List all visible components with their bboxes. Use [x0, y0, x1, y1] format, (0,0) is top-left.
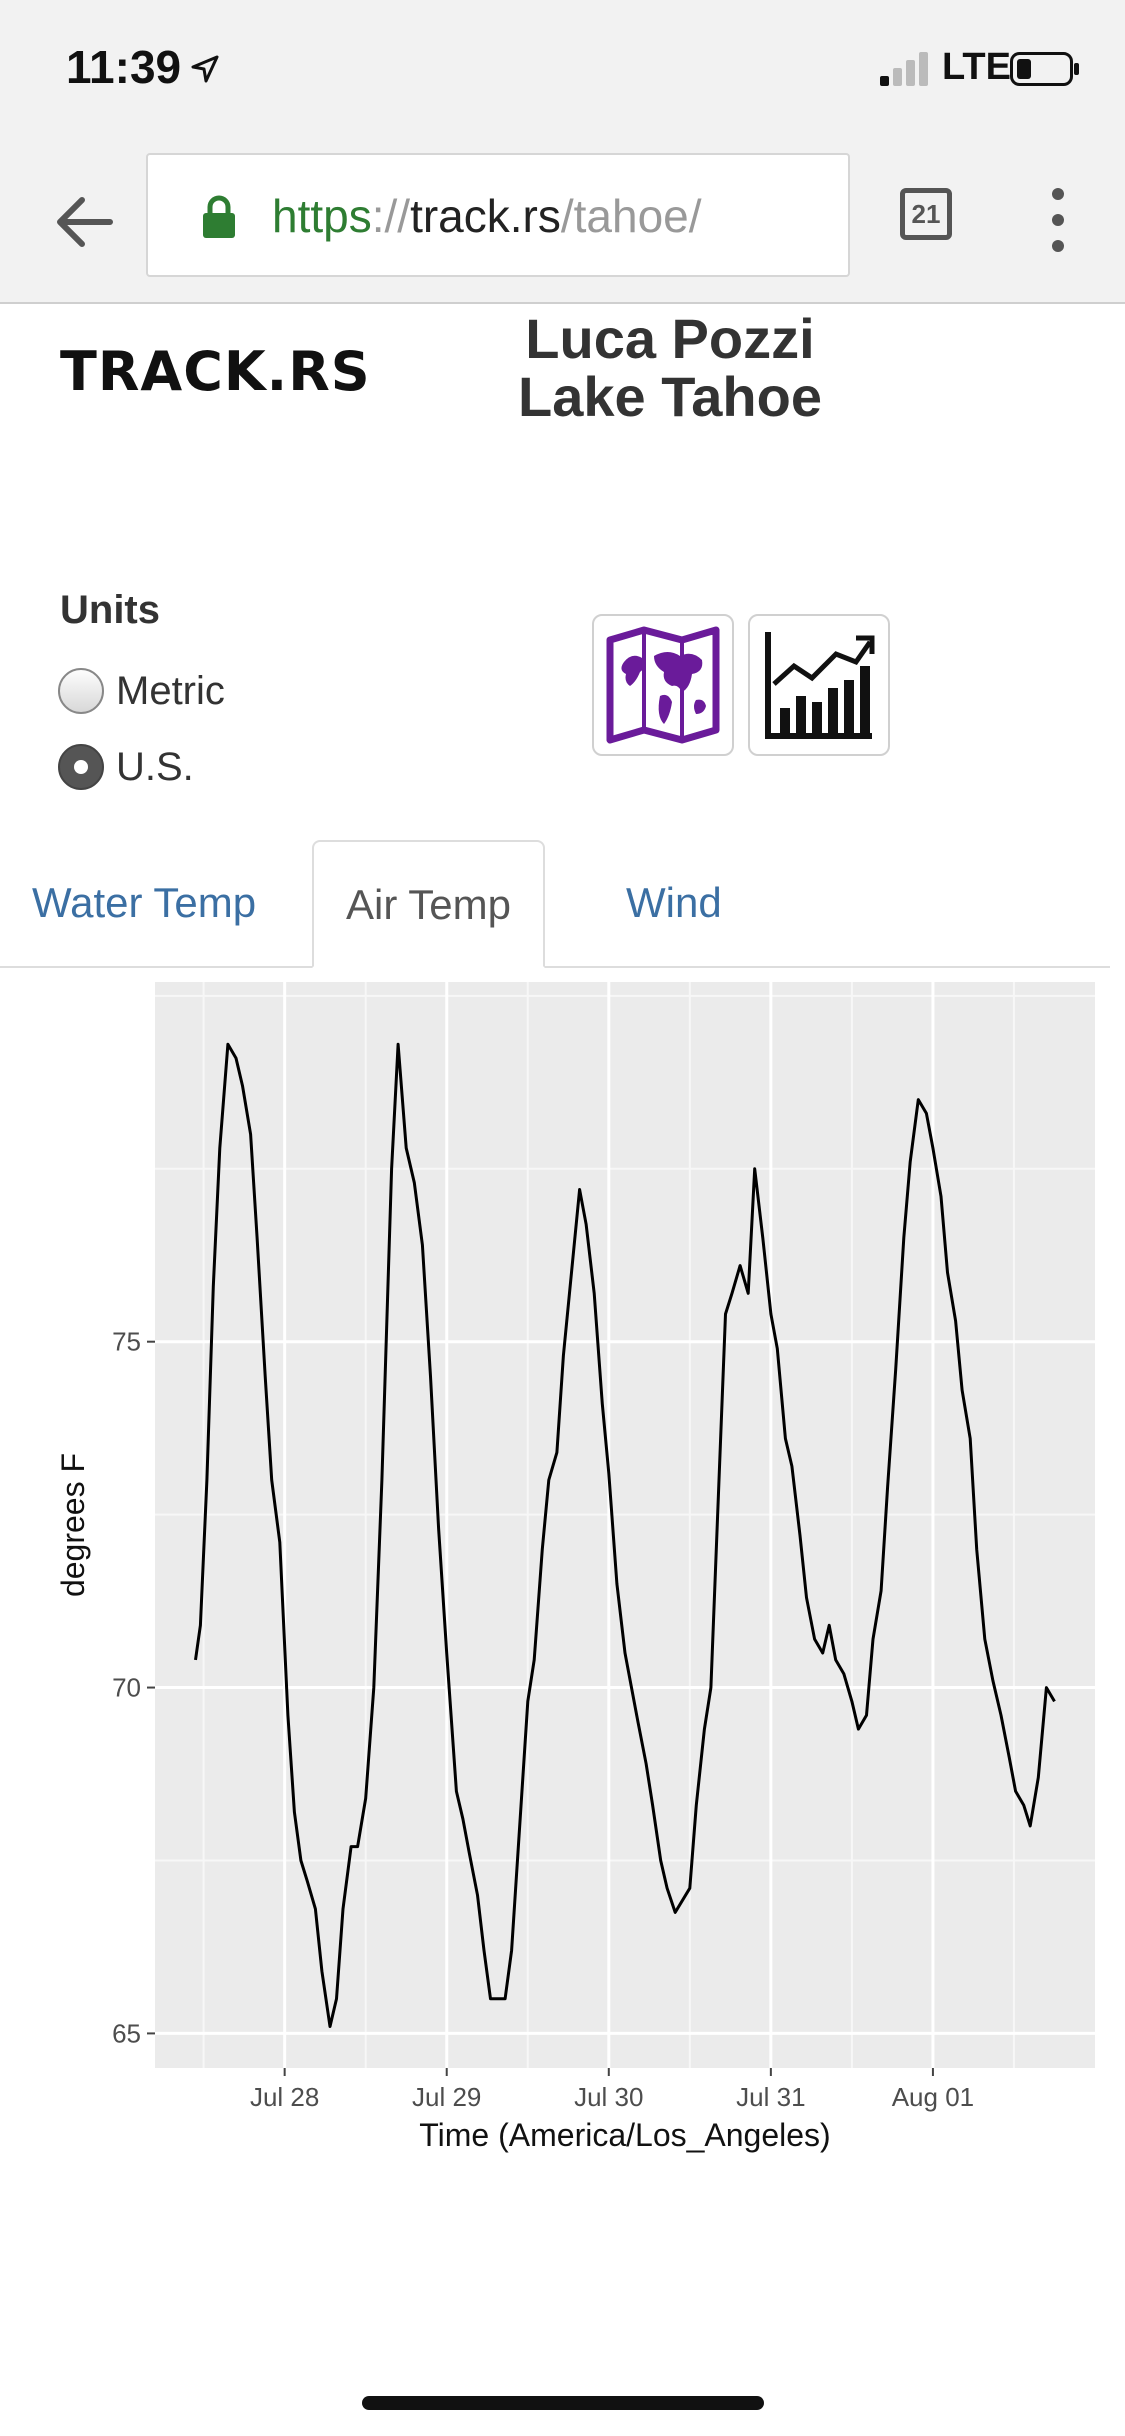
chart-view-button[interactable]	[748, 614, 890, 756]
x-tick-label: Jul 30	[574, 2082, 643, 2112]
x-tick-label: Aug 01	[892, 2082, 974, 2112]
tab-air-temp[interactable]: Air Temp	[312, 840, 545, 968]
radio-metric-label: Metric	[116, 668, 225, 713]
map-view-button[interactable]	[592, 614, 734, 756]
units-option-metric[interactable]: Metric	[58, 668, 225, 714]
page-title: Luca Pozzi Lake Tahoe	[470, 310, 870, 426]
browser-toolbar: https://track.rs/tahoe/ 21	[0, 140, 1125, 304]
map-icon	[606, 626, 720, 744]
overflow-menu-icon[interactable]	[1040, 184, 1076, 256]
radio-us-label: U.S.	[116, 744, 194, 789]
y-tick-label: 65	[112, 2018, 141, 2048]
home-indicator	[362, 2396, 764, 2410]
y-axis-title: degrees F	[55, 1453, 91, 1597]
location-arrow-icon	[191, 55, 219, 83]
network-type: LTE	[942, 46, 1011, 88]
x-tick-label: Jul 31	[736, 2082, 805, 2112]
back-arrow-icon[interactable]	[50, 188, 118, 256]
tab-bar: Water Temp Air Temp Wind	[0, 840, 1110, 968]
battery-icon	[1010, 52, 1079, 86]
units-option-us[interactable]: U.S.	[58, 744, 194, 790]
lock-icon	[203, 195, 235, 238]
address-bar[interactable]: https://track.rs/tahoe/	[146, 153, 850, 277]
y-tick-label: 70	[112, 1673, 141, 1703]
x-tick-label: Jul 28	[250, 2082, 319, 2112]
url-text: https://track.rs/tahoe/	[272, 190, 702, 242]
radio-us[interactable]	[58, 744, 104, 790]
x-axis-title: Time (America/Los_Angeles)	[419, 2117, 830, 2153]
title-athlete: Luca Pozzi	[525, 307, 815, 370]
y-tick-label: 75	[112, 1327, 141, 1357]
units-label: Units	[60, 588, 160, 632]
signal-strength-icon	[880, 52, 928, 86]
tab-water-temp[interactable]: Water Temp	[0, 840, 288, 966]
x-tick-label: Jul 29	[412, 2082, 481, 2112]
air-temp-chart: 65 70 75 Jul 28 Jul 29 Jul 30 Jul 31 Aug 01 Time…	[55, 982, 1095, 2153]
site-logo[interactable]: TRACK.RS	[60, 340, 371, 403]
growth-chart-icon	[765, 632, 875, 739]
tab-switcher-button[interactable]: 21	[900, 188, 952, 240]
clock: 11:39	[66, 41, 182, 93]
plot-panel	[155, 982, 1095, 2068]
tab-wind[interactable]: Wind	[594, 840, 754, 966]
title-location: Lake Tahoe	[518, 365, 822, 428]
status-bar: 11:39 LTE	[0, 0, 1125, 140]
radio-metric[interactable]	[58, 668, 104, 714]
